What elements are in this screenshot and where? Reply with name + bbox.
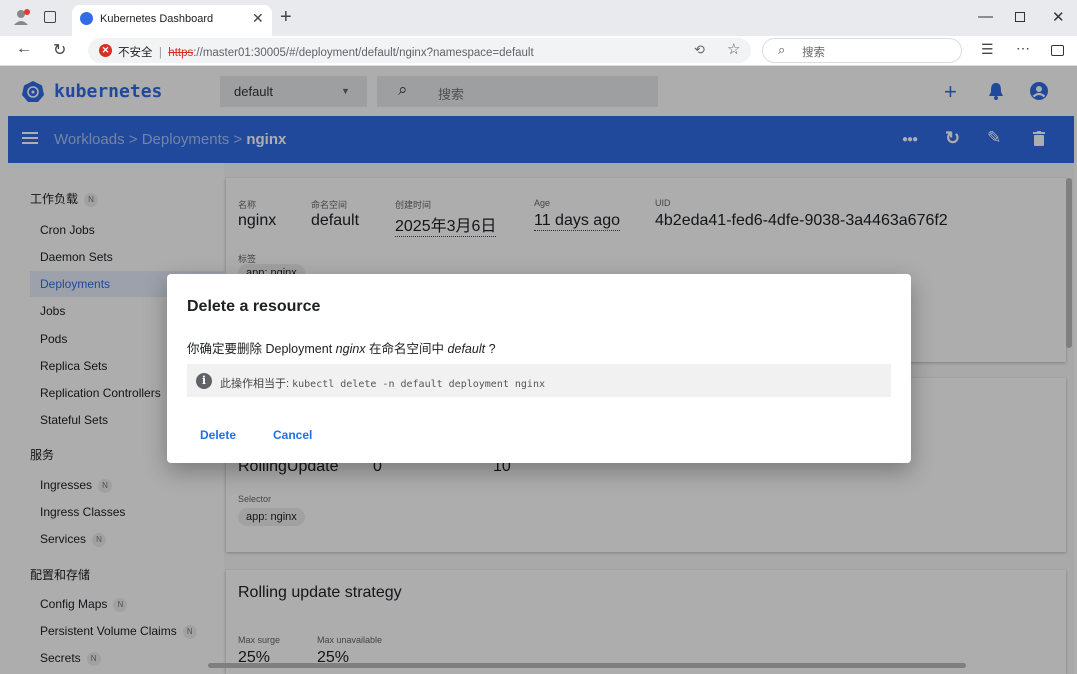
new-tab-icon[interactable]: + — [280, 6, 292, 29]
kubernetes-favicon-icon — [80, 12, 93, 25]
window-close-icon[interactable]: ✕ — [1052, 8, 1065, 26]
info-icon: i — [196, 373, 212, 389]
favorites-icon[interactable]: ☰ — [981, 41, 994, 58]
profile-icon[interactable] — [12, 8, 30, 26]
url-scheme: https — [168, 47, 194, 59]
more-menu-icon[interactable]: ⋯ — [1016, 40, 1030, 57]
security-warning-icon: ✕ — [99, 44, 112, 57]
sidebar-toggle-icon[interactable] — [1051, 45, 1064, 56]
dialog-question: 你确定要删除 Deployment nginx 在命名空间中 default ? — [187, 342, 496, 356]
maximize-icon[interactable] — [1015, 12, 1025, 22]
minimize-icon[interactable]: — — [978, 8, 993, 25]
close-tab-icon[interactable]: ✕ — [252, 10, 264, 27]
dialog-info-text: 此操作相当于: kubectl delete -n default deploy… — [220, 378, 545, 390]
dialog-namespace: default — [447, 342, 486, 356]
kubectl-command: kubectl delete -n default deployment ngi… — [292, 379, 545, 390]
reload-icon[interactable]: ↻ — [53, 40, 66, 60]
back-icon[interactable]: ← — [16, 40, 32, 58]
translate-icon[interactable]: ⟲ — [694, 42, 705, 58]
cancel-button[interactable]: Cancel — [273, 428, 312, 442]
url-text: 不安全 | https://master01:30005/#/deploymen… — [118, 47, 534, 59]
url-rest: ://master01:30005/#/deployment/default/n… — [193, 47, 534, 59]
dialog-title: Delete a resource — [187, 298, 321, 315]
dialog-resource-name: nginx — [335, 342, 366, 356]
url-warning-text: 不安全 — [118, 47, 153, 59]
tab-actions-icon[interactable] — [44, 11, 56, 23]
delete-button[interactable]: Delete — [200, 428, 236, 442]
tab-title: Kubernetes Dashboard — [100, 13, 214, 25]
browser-search-icon: ⌕ — [778, 42, 786, 57]
browser-search-box[interactable] — [762, 38, 962, 63]
favorite-star-icon[interactable]: ☆ — [727, 40, 740, 58]
browser-search-placeholder: 搜索 — [802, 47, 825, 59]
